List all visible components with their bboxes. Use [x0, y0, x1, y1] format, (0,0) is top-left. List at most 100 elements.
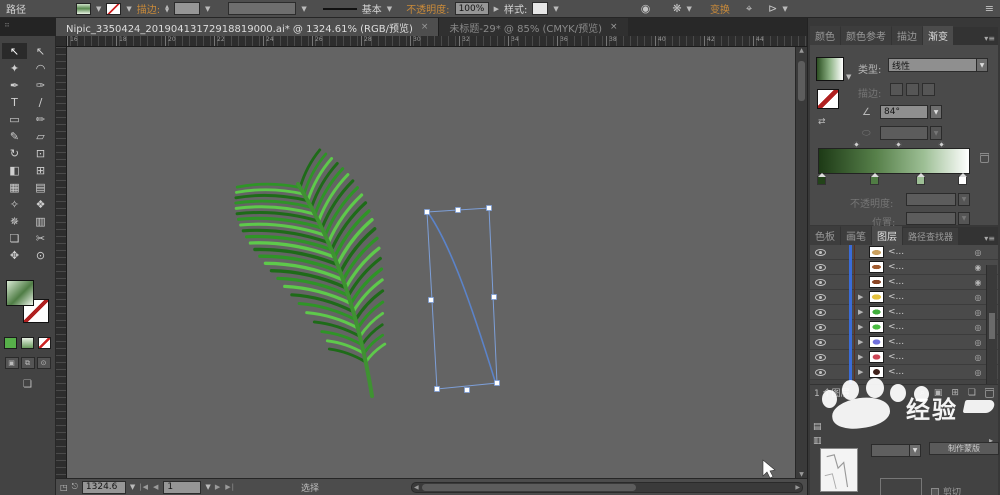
layer-thumbnail[interactable] — [869, 306, 884, 318]
align-icon[interactable]: ⌖ — [746, 2, 752, 16]
layer-label[interactable]: <... — [884, 352, 970, 362]
layer-label[interactable]: <... — [884, 307, 970, 317]
blend-dropdown-icon[interactable]: ▼ — [909, 444, 921, 457]
locate-object-icon[interactable]: ⌕ — [920, 388, 925, 398]
paintbrush-tool[interactable]: ✏ — [28, 111, 53, 127]
horizontal-scroll-thumb[interactable] — [422, 484, 637, 491]
close-icon[interactable]: × — [421, 22, 429, 32]
stroke-weight-stepper[interactable]: ▲▼ — [165, 5, 169, 13]
transform-link[interactable]: 变换 — [710, 1, 730, 16]
target-circle-icon[interactable]: ◎ — [970, 353, 986, 362]
screen-mode-icon[interactable]: ❏ — [20, 379, 36, 390]
visibility-eye-icon[interactable] — [815, 369, 826, 376]
first-artboard-icon[interactable]: |◀ — [139, 483, 149, 491]
stroke-weight-field[interactable] — [174, 2, 200, 15]
zoom-field[interactable]: 1324.6 — [82, 481, 126, 494]
shape-builder-tool[interactable]: ◧ — [2, 162, 27, 178]
layer-row[interactable]: ▶ <... ◎ — [810, 305, 998, 320]
direct-selection-tool[interactable]: ↖ — [2, 43, 27, 59]
target-circle-icon[interactable]: ◉ — [970, 278, 986, 287]
symbol-sprayer-tool[interactable]: ✵ — [2, 213, 27, 229]
layers-scrollbar[interactable] — [986, 265, 997, 384]
opacity-dropdown-icon[interactable]: ▶ — [494, 5, 499, 13]
close-icon[interactable]: × — [610, 22, 618, 32]
layer-label[interactable]: <... — [884, 277, 970, 287]
artboard-dropdown-icon[interactable]: ▼ — [205, 483, 210, 491]
pencil-tool[interactable]: ✎ — [2, 128, 27, 144]
expand-triangle-icon[interactable]: ▶ — [858, 323, 869, 331]
make-mask-button[interactable]: 制作蒙版 — [929, 442, 999, 455]
layer-label[interactable]: <... — [884, 292, 970, 302]
prev-artboard-icon[interactable]: ◀ — [153, 483, 159, 491]
status-icon-b[interactable]: ⎋ — [72, 482, 78, 492]
visibility-eye-icon[interactable] — [815, 279, 826, 286]
clip-checkbox[interactable]: 剪切 — [931, 485, 961, 495]
palm-leaf-artwork[interactable] — [236, 150, 385, 396]
target-circle-icon[interactable]: ◎ — [970, 338, 986, 347]
gradient-stroke-thumbnail[interactable] — [817, 89, 839, 109]
hand-tool[interactable]: ✥ — [2, 247, 27, 263]
recolor-artwork-icon[interactable]: ◉ — [641, 2, 651, 15]
layer-label[interactable]: <... — [884, 337, 970, 347]
stroke-link[interactable]: 描边: — [137, 1, 160, 16]
gradient-midpoint-handle[interactable] — [894, 141, 901, 148]
gradient-stop-handle[interactable] — [870, 176, 879, 185]
rotate-tool[interactable]: ↻ — [2, 145, 27, 161]
panel-collapse-icon2[interactable]: ▥ — [813, 436, 822, 446]
gradient-stop-handle[interactable] — [958, 176, 967, 185]
scroll-down-icon[interactable]: ▼ — [796, 471, 807, 478]
layers-scroll-thumb[interactable] — [989, 313, 995, 339]
effects-dropdown-icon[interactable]: ▼ — [687, 5, 692, 13]
stroke-color-swatch[interactable] — [106, 3, 121, 15]
color-button[interactable] — [4, 337, 17, 349]
brush-dropdown-icon[interactable]: ▼ — [387, 5, 392, 13]
reverse-gradient-icon[interactable]: ⇄ — [818, 117, 826, 127]
draw-normal-icon[interactable]: ▣ — [5, 357, 19, 369]
status-icon-a[interactable]: ◳ — [60, 483, 68, 492]
style-swatch[interactable] — [532, 2, 548, 15]
artboard-field[interactable]: 1 — [163, 481, 201, 494]
stroke-weight-dropdown-icon[interactable]: ▼ — [205, 5, 210, 13]
gradient-midpoint-handle[interactable] — [852, 141, 859, 148]
mesh-tool[interactable]: ▦ — [2, 179, 27, 195]
target-circle-icon[interactable]: ◎ — [970, 323, 986, 332]
scroll-right-icon[interactable]: ▶ — [795, 484, 800, 491]
zoom-dropdown-icon[interactable]: ▼ — [130, 483, 135, 491]
pen-tool[interactable]: ✒ — [2, 77, 27, 93]
layer-row[interactable]: ▶ <... ◎ — [810, 335, 998, 350]
draw-inside-icon[interactable]: ⊙ — [37, 357, 51, 369]
visibility-eye-icon[interactable] — [815, 264, 826, 271]
visibility-eye-icon[interactable] — [815, 339, 826, 346]
line-segment-tool[interactable]: ∕ — [28, 94, 53, 110]
expand-triangle-icon[interactable]: ▶ — [858, 308, 869, 316]
layer-thumbnail[interactable] — [869, 276, 884, 288]
visibility-eye-icon[interactable] — [815, 309, 826, 316]
target-circle-icon[interactable]: ◉ — [970, 263, 986, 272]
graph-tool[interactable]: ▥ — [28, 213, 53, 229]
target-circle-icon[interactable]: ◎ — [970, 248, 986, 257]
layer-row[interactable]: ▶ <... ◎ — [810, 365, 998, 380]
checkbox-icon[interactable] — [931, 488, 939, 495]
type-tool[interactable]: T — [2, 94, 27, 110]
document-tab-inactive[interactable]: 未标题-29* @ 85% (CMYK/预览) × — [438, 18, 627, 36]
style-dropdown-icon[interactable]: ▼ — [553, 5, 558, 13]
angle-field[interactable]: 84° — [880, 105, 928, 119]
slice-tool[interactable]: ✂ — [28, 230, 53, 246]
layer-row[interactable]: <... ◉ — [810, 260, 998, 275]
gradient-tool[interactable]: ▤ — [28, 179, 53, 195]
gradient-stop-handle[interactable] — [916, 176, 925, 185]
none-button[interactable] — [38, 337, 51, 349]
layer-thumbnail[interactable] — [869, 321, 884, 333]
tab-color-guide[interactable]: 颜色参考 — [841, 26, 891, 45]
target-circle-icon[interactable]: ◎ — [970, 293, 986, 302]
ruler-corner[interactable] — [56, 36, 67, 47]
stroke-dropdown-icon[interactable]: ▼ — [126, 5, 131, 13]
opacity-link[interactable]: 不透明度: — [406, 1, 449, 16]
zoom-tool[interactable]: ⊙ — [28, 247, 53, 263]
angle-dropdown-icon[interactable]: ▼ — [930, 105, 942, 119]
width-profile-field[interactable] — [228, 2, 296, 15]
layer-row[interactable]: ▶ <... ◎ — [810, 290, 998, 305]
effects-icon[interactable]: ❋ — [672, 2, 681, 15]
panel-menu-icon[interactable]: ▾≡ — [981, 32, 998, 45]
layer-thumbnail[interactable] — [869, 261, 884, 273]
